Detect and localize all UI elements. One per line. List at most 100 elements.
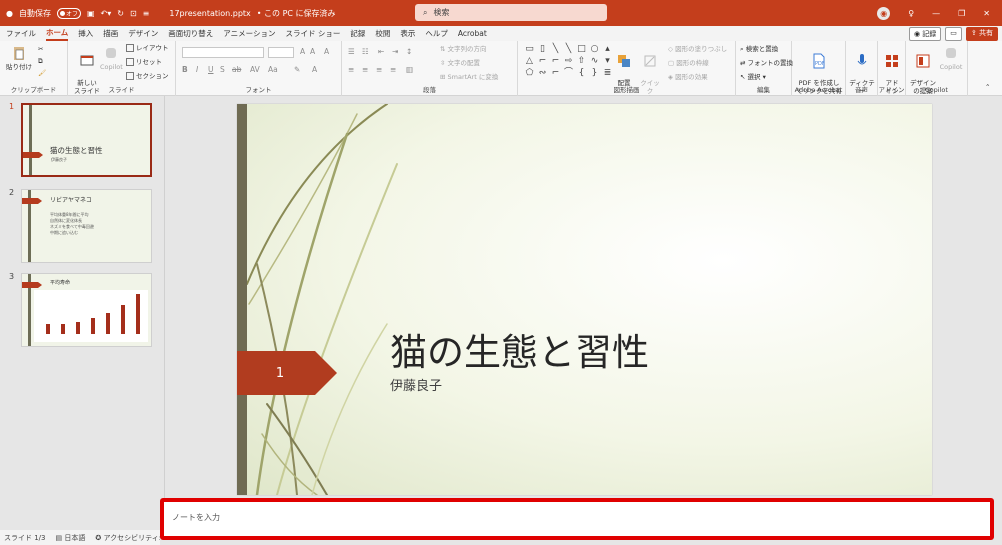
shape-arrow-icon[interactable]: ⇧ [576, 56, 587, 66]
shape-connector-icon[interactable]: ⌐ [537, 56, 548, 66]
italic-icon[interactable]: I [196, 65, 198, 74]
align-left-icon[interactable]: ≡ [348, 65, 354, 74]
replace-font-button[interactable]: ⇄ フォントの置換 [740, 59, 793, 67]
text-direction-button[interactable]: ⇅ 文字列の方向 [440, 45, 487, 53]
shape-line-icon[interactable]: ╲ [550, 44, 561, 54]
font-size-select[interactable] [268, 47, 294, 58]
lightbulb-icon[interactable]: ♀ [908, 9, 914, 18]
slide-1[interactable]: 1 猫の生態と習性 伊藤良子 [237, 104, 932, 495]
tab-design[interactable]: デザイン [128, 28, 158, 39]
tab-view[interactable]: 表示 [400, 28, 415, 39]
reset-button[interactable]: リセット [126, 58, 162, 66]
customize-qat-icon[interactable]: ≡ [143, 9, 150, 18]
shape-arrow-right-icon[interactable]: ⇨ [563, 56, 574, 66]
minimize-icon[interactable]: — [932, 9, 940, 18]
shape-outline-button[interactable]: ▢ 図形の枠線 [668, 59, 709, 67]
tab-help[interactable]: ヘルプ [425, 28, 448, 39]
bullets-icon[interactable]: ☰ [348, 47, 355, 56]
collapse-ribbon-icon[interactable]: ⌃ [985, 83, 990, 91]
shape-textbox-icon[interactable]: ▭ [524, 44, 535, 54]
record-button[interactable]: ◉ 記録 [908, 27, 942, 41]
select-button[interactable]: ↖ 選択 ▾ [740, 73, 766, 81]
shape-connector3-icon[interactable]: ⌐ [550, 68, 561, 78]
shape-oval-icon[interactable]: ○ [589, 44, 600, 54]
save-status[interactable]: • この PC に保存済み [257, 8, 336, 19]
tab-acrobat[interactable]: Acrobat [458, 29, 487, 38]
shape-rect-icon[interactable]: □ [576, 44, 587, 54]
shape-pentagon-icon[interactable]: ⬠ [524, 68, 535, 78]
shape-curve-icon[interactable]: ∿ [589, 56, 600, 66]
shape-fill-button[interactable]: ◇ 図形の塗りつぶし [668, 45, 727, 53]
search-box[interactable]: ⌕ 検索 [415, 4, 607, 21]
tab-file[interactable]: ファイル [6, 28, 36, 39]
find-replace-button[interactable]: ⌕ 検索と置換 [740, 45, 778, 53]
change-case-icon[interactable]: Aa [268, 65, 278, 74]
accessibility-status[interactable]: ✪ アクセシビリティ: 問題あ [95, 533, 160, 543]
tab-transitions[interactable]: 画面切り替え [168, 28, 213, 39]
arrange-button[interactable]: 配置 [612, 45, 636, 87]
shape-triangle-icon[interactable]: △ [524, 56, 535, 66]
slide-title[interactable]: 猫の生態と習性 [390, 322, 649, 376]
clear-format-icon[interactable]: A [324, 47, 329, 56]
align-right-icon[interactable]: ≡ [376, 65, 382, 74]
columns-icon[interactable]: ▥ [406, 65, 413, 74]
shapes-gallery[interactable]: ▭ ▯ ╲ ╲ □ ○ ▴ △ ⌐ ⌐ ⇨ ⇧ ∿ ▾ ⬠ ∾ ⌐ ⌒{} ≣ [524, 44, 611, 78]
align-center-icon[interactable]: ≡ [362, 65, 368, 74]
copy-icon[interactable]: ⧉ [38, 57, 43, 65]
avatar[interactable]: ◉ [877, 6, 891, 20]
tab-home[interactable]: ホーム [46, 27, 69, 41]
tab-record[interactable]: 記録 [350, 28, 365, 39]
font-shrink-icon[interactable]: A [310, 47, 315, 56]
copilot-button[interactable]: Copilot [938, 45, 964, 71]
shape-arc-icon[interactable]: ⌒ [563, 68, 574, 78]
line-spacing-icon[interactable]: ↕ [406, 47, 412, 56]
tab-slideshow[interactable]: スライド ショー [285, 28, 340, 39]
save-icon[interactable]: ▣ [87, 9, 95, 18]
shape-line2-icon[interactable]: ╲ [563, 44, 574, 54]
tab-draw[interactable]: 描画 [103, 28, 118, 39]
share-button[interactable]: ⇪ 共有 [965, 27, 998, 41]
paste-button[interactable]: 貼り付け [6, 45, 32, 71]
justify-icon[interactable]: ≡ [390, 65, 396, 74]
restore-icon[interactable]: ❐ [958, 9, 965, 18]
strikethrough-icon[interactable]: ab [232, 65, 241, 74]
slide-thumbnail-3[interactable]: 平均寿命 [21, 273, 152, 347]
shadow-icon[interactable]: S [220, 65, 225, 74]
underline-icon[interactable]: U [208, 65, 214, 74]
copilot-slide-button[interactable]: Copilot [100, 45, 123, 71]
shape-vtextbox-icon[interactable]: ▯ [537, 44, 548, 54]
increase-indent-icon[interactable]: ⇥ [392, 47, 398, 56]
notes-pane[interactable]: ノートを入力 [160, 498, 994, 540]
app-logo-icon[interactable]: ● [6, 9, 13, 18]
slide-subtitle[interactable]: 伊藤良子 [390, 375, 442, 394]
dictate-button[interactable]: ディクテー ション [848, 45, 876, 103]
numbering-icon[interactable]: ☷ [362, 47, 369, 56]
redo-icon[interactable]: ↻ [117, 9, 124, 18]
close-icon[interactable]: ✕ [983, 9, 990, 18]
present-icon[interactable]: ⊡ [130, 9, 137, 18]
format-painter-icon[interactable]: 🖌 [38, 69, 46, 77]
bold-icon[interactable]: B [182, 65, 188, 74]
undo-icon[interactable]: ↶▾ [101, 9, 112, 18]
shape-brace2-icon[interactable]: } [589, 68, 600, 78]
slide-thumbnail-2[interactable]: リビアヤマネコ 平均体重8年間に平均 自然体に変化体長 ネズミを食べて中毒回避 … [21, 189, 152, 263]
shape-brace-icon[interactable]: { [576, 68, 587, 78]
tab-insert[interactable]: 挿入 [78, 28, 93, 39]
shape-effects-button[interactable]: ◈ 図形の効果 [668, 73, 708, 81]
section-button[interactable]: セクション [126, 72, 169, 80]
slide-thumbnail-1[interactable]: 猫の生態と習性 伊藤良子 [21, 103, 152, 177]
cut-icon[interactable]: ✂ [38, 45, 43, 53]
smartart-button[interactable]: ⊞ SmartArt に変換 [440, 73, 498, 81]
shape-connector2-icon[interactable]: ⌐ [550, 56, 561, 66]
autosave-toggle[interactable]: オフ [56, 7, 81, 19]
language-status[interactable]: ▤ 日本語 [56, 533, 86, 543]
layout-button[interactable]: レイアウト [126, 44, 169, 52]
tab-animations[interactable]: アニメーション [223, 28, 275, 39]
decrease-indent-icon[interactable]: ⇤ [378, 47, 384, 56]
font-name-select[interactable] [182, 47, 264, 58]
font-color-icon[interactable]: A [312, 65, 317, 74]
align-text-button[interactable]: ⇳ 文字の配置 [440, 59, 480, 67]
comments-icon[interactable]: ▭ [945, 27, 962, 41]
shape-freeform-icon[interactable]: ∾ [537, 68, 548, 78]
font-grow-icon[interactable]: A [300, 47, 305, 56]
